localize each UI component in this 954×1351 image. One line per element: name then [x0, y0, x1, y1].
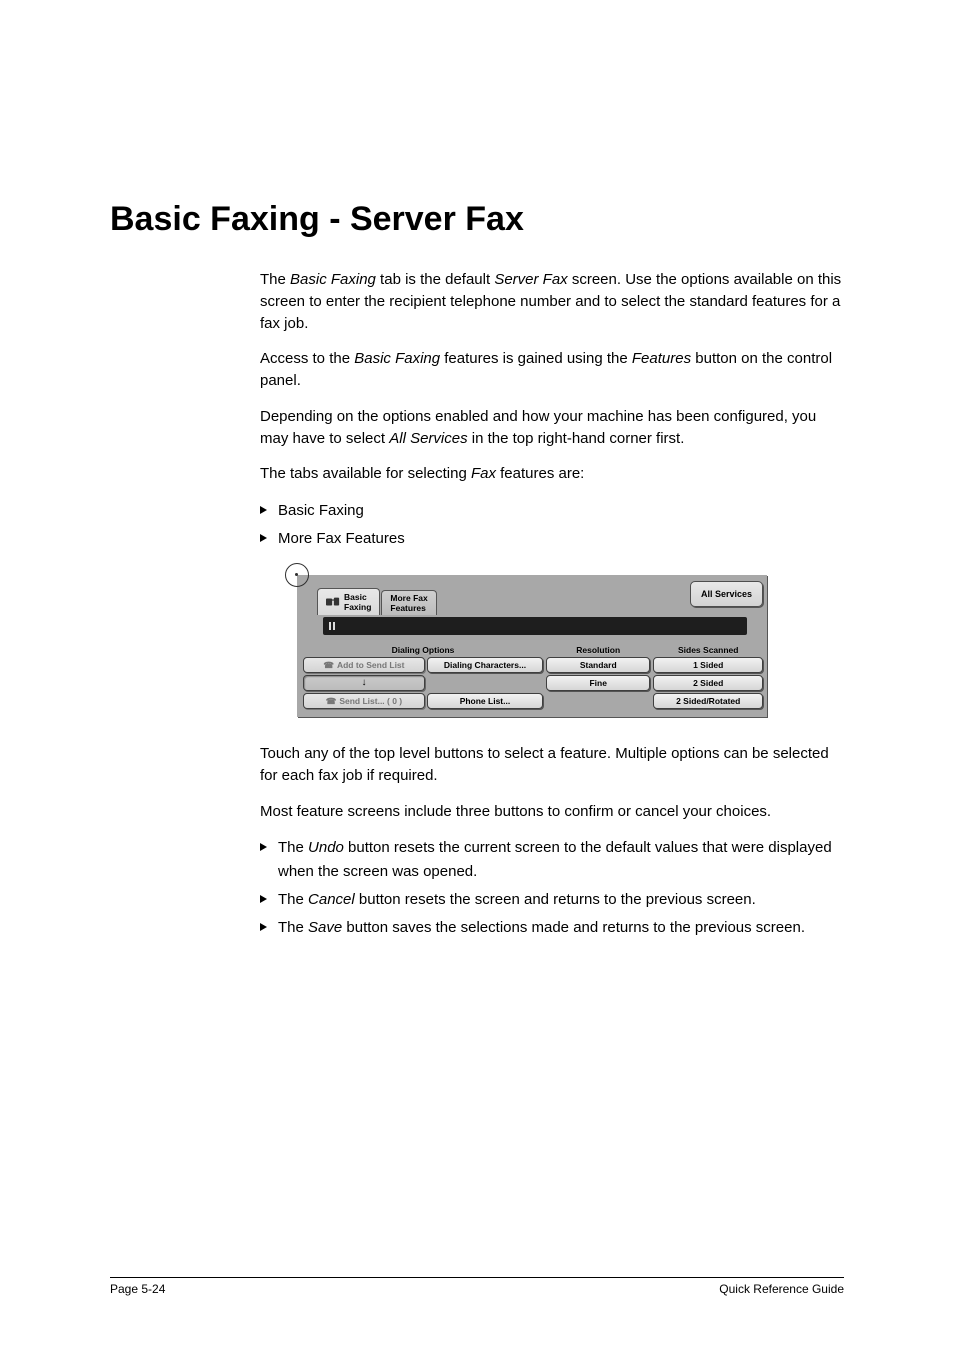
text-italic: Save — [308, 919, 342, 936]
down-arrow-icon: ↓ — [361, 678, 366, 688]
button-label: Send List... ( 0 ) — [339, 696, 402, 706]
phone-icon: ☎ — [326, 696, 337, 707]
text: in the top right-hand corner first. — [468, 430, 685, 447]
dialing-options-header: Dialing Options — [303, 645, 543, 655]
fax-screen-figure: Basic Faxing More Fax Features All Servi… — [220, 575, 844, 717]
text-italic: Fax — [471, 465, 496, 482]
send-list-button[interactable]: ☎ Send List... ( 0 ) — [303, 693, 425, 709]
tab-label: More Fax Features — [390, 593, 427, 613]
tab-row: Basic Faxing More Fax Features All Servi… — [297, 575, 767, 615]
text: Access to the — [260, 350, 354, 367]
button-label: Add to Send List — [337, 660, 405, 670]
list-item: More Fax Features — [260, 527, 844, 551]
text-italic: Features — [632, 350, 691, 367]
resolution-fine-button[interactable]: Fine — [546, 675, 650, 691]
all-services-button[interactable]: All Services — [690, 581, 763, 607]
text-italic: Undo — [308, 839, 344, 856]
text: button resets the current screen to the … — [278, 839, 832, 880]
text-italic: Server Fax — [494, 271, 567, 288]
list-item: The Save button saves the selections mad… — [260, 916, 844, 940]
text: Features — [390, 603, 425, 613]
text-italic: All Services — [389, 430, 467, 447]
paragraph-4: The tabs available for selecting Fax fea… — [260, 463, 844, 485]
text: The — [260, 271, 290, 288]
fax-icon — [326, 595, 340, 609]
paragraph-1: The Basic Faxing tab is the default Serv… — [260, 269, 844, 334]
sides-scanned-header: Sides Scanned — [653, 645, 763, 655]
text: The tabs available for selecting — [260, 465, 471, 482]
text: Basic — [344, 592, 367, 602]
phone-list-button[interactable]: Phone List... — [427, 693, 543, 709]
tab-label: Basic Faxing — [344, 592, 371, 612]
paragraph-6: Most feature screens include three butto… — [260, 801, 844, 823]
sides-2sided-rotated-button[interactable]: 2 Sided/Rotated — [653, 693, 763, 709]
dial-number-display[interactable] — [323, 617, 747, 635]
paragraph-5: Touch any of the top level buttons to se… — [260, 743, 844, 787]
tab-basic-faxing[interactable]: Basic Faxing — [317, 588, 380, 615]
tab-more-fax-features[interactable]: More Fax Features — [381, 590, 436, 615]
text-italic: Basic Faxing — [354, 350, 440, 367]
sides-2sided-button[interactable]: 2 Sided — [653, 675, 763, 691]
tabs-list: Basic Faxing More Fax Features — [260, 499, 844, 551]
sides-1sided-button[interactable]: 1 Sided — [653, 657, 763, 673]
resolution-standard-button[interactable]: Standard — [546, 657, 650, 673]
footer-page-number: Page 5-24 — [110, 1282, 165, 1296]
add-to-send-list-button[interactable]: ☎ Add to Send List — [303, 657, 425, 673]
text-italic: Cancel — [308, 891, 355, 908]
dialing-characters-button[interactable]: Dialing Characters... — [427, 657, 543, 673]
page-footer: Page 5-24 Quick Reference Guide — [110, 1277, 844, 1296]
text: features are: — [496, 465, 584, 482]
list-item: The Cancel button resets the screen and … — [260, 888, 844, 912]
text: button saves the selections made and ret… — [342, 919, 805, 936]
list-item: Basic Faxing — [260, 499, 844, 523]
page-title: Basic Faxing - Server Fax — [110, 200, 844, 239]
fax-panel: Basic Faxing More Fax Features All Servi… — [297, 575, 767, 717]
footer-doc-title: Quick Reference Guide — [719, 1282, 844, 1296]
text: tab is the default — [376, 271, 494, 288]
text: More Fax — [390, 593, 427, 603]
text: features is gained using the — [440, 350, 632, 367]
text: The — [278, 891, 308, 908]
paragraph-2: Access to the Basic Faxing features is g… — [260, 348, 844, 392]
text: The — [278, 919, 308, 936]
text: button resets the screen and returns to … — [355, 891, 756, 908]
phone-icon: ☎ — [323, 660, 334, 671]
paragraph-3: Depending on the options enabled and how… — [260, 406, 844, 450]
list-item: The Undo button resets the current scree… — [260, 836, 844, 884]
resolution-header: Resolution — [546, 645, 650, 655]
pause-icon — [326, 620, 338, 632]
scroll-down-button[interactable]: ↓ — [303, 675, 425, 691]
text: The — [278, 839, 308, 856]
text: Faxing — [344, 602, 371, 612]
text-italic: Basic Faxing — [290, 271, 376, 288]
button-behavior-list: The Undo button resets the current scree… — [260, 836, 844, 940]
